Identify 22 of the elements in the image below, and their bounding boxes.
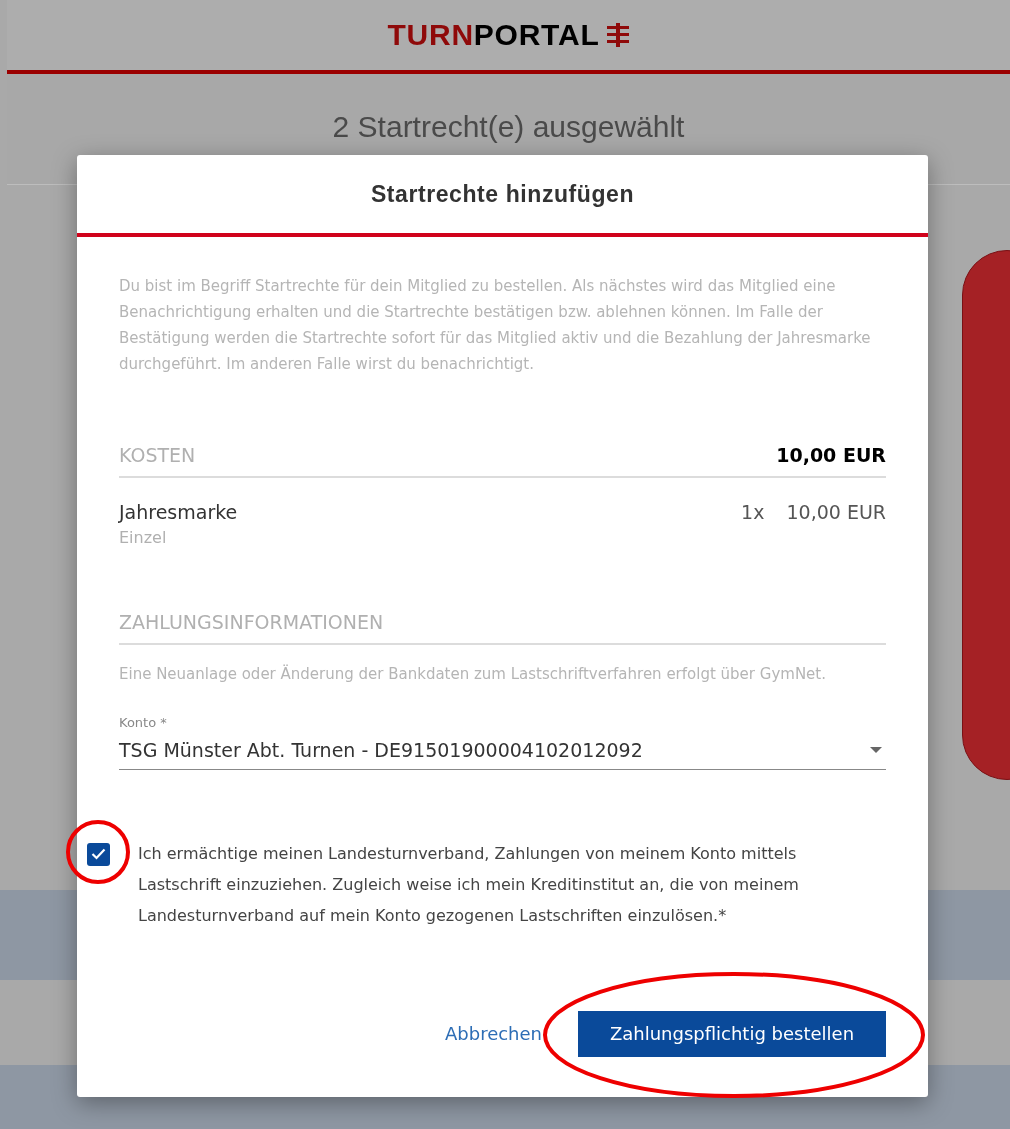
logo-icon (607, 23, 630, 47)
mandate-text: Ich ermächtige meinen Landesturnverband, Zahlungen von meinem Konto mittels Lastschrift einzuziehen. Zugleich weise ich mein Kreditinstitut an, die von meinem Landesturnverband auf mein Konto gezogenen Lastschriften einzulösen.* (138, 842, 800, 927)
item-quantity: 1x (741, 499, 765, 525)
intro-text: Du bist im Begriff Startrechte für dein Mitglied zu bestellen. Als nächstes wird das Mitglied eine Benachrichtigung erhalten und die Startrechte bestätigen bzw. ablehnen können. Im Falle der Bestätigung werden die Startrechte sofort für das Mitglied aktiv und die Bezahlung der Jahresmarke durchgeführt. Im anderen Falle wirst du benachrichtigt. (119, 276, 872, 375)
item-name: Jahresmarke (119, 499, 238, 525)
logo-wordmark: TURNPORTAL (387, 20, 600, 50)
dropdown-caret-icon (870, 747, 882, 754)
costs-heading: KOSTEN (119, 443, 196, 468)
account-select[interactable]: TSG Münster Abt. Turnen - DE91501900004102012092 (119, 736, 886, 770)
cancel-button[interactable]: Abbrechen (436, 1012, 550, 1055)
highlight-circle (65, 818, 131, 885)
order-button[interactable]: Zahlungspflichtig bestellen (578, 1010, 886, 1057)
item-detail: Einzel (119, 527, 168, 549)
costs-total: 10,00 EUR (776, 443, 886, 468)
item-price: 10,00 EUR (786, 499, 886, 525)
page-subtitle: 2 Startrecht(e) ausgewählt (332, 109, 685, 145)
checkmark-icon (91, 848, 106, 860)
account-label: Konto * (119, 713, 168, 732)
payment-heading: ZAHLUNGSINFORMATIONEN (119, 611, 384, 633)
mandate-checkbox[interactable] (87, 842, 110, 866)
payment-info: Eine Neuanlage oder Änderung der Bankdaten zum Lastschriftverfahren erfolgt über GymNet. (119, 663, 827, 685)
dialog-title: Startrechte hinzufügen (370, 179, 635, 209)
